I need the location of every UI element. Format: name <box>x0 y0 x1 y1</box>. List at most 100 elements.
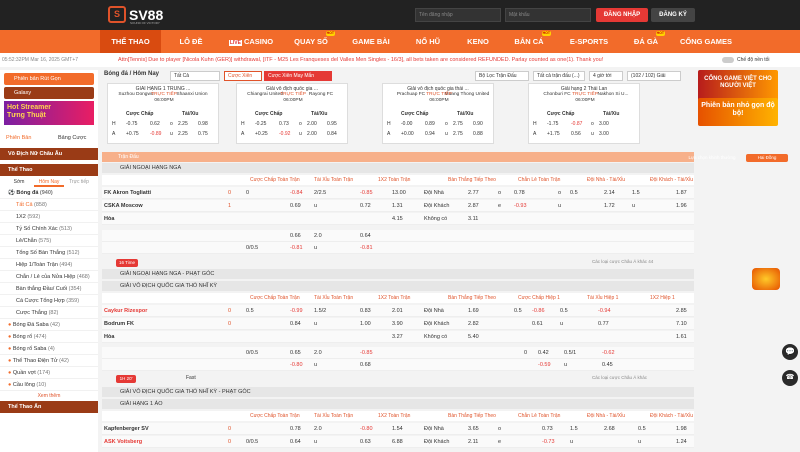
match-card[interactable]: Giải vô địch quốc gia ... Chiangrai Unite… <box>236 83 348 144</box>
card-status[interactable]: TRỰC TIẾP 06:00PM <box>383 92 495 104</box>
password-input[interactable]: Mật khẩu <box>505 8 591 22</box>
odds-cell[interactable]: 6.88 <box>392 436 403 448</box>
odds-cell[interactable]: 0.63 <box>360 436 371 448</box>
odds-cell[interactable]: u <box>638 436 641 448</box>
league-russia-corners[interactable]: GIẢI NGOẠI HẠNG NGA - PHẠT GÓC <box>102 269 694 279</box>
odds-cell[interactable]: 0.77 <box>598 318 609 330</box>
odds-cell[interactable]: u <box>314 318 317 330</box>
odds-cell[interactable]: 0/0.5 <box>246 436 258 448</box>
odds-cell[interactable]: 0.64 <box>360 230 371 242</box>
odds-cell[interactable]: -0.80 <box>290 359 303 371</box>
streamer-banner[interactable]: Hot Streamer Tưng Thuật <box>4 101 94 125</box>
odds-cell[interactable]: u <box>314 242 317 254</box>
sidebar-bet-type[interactable]: Hiệp 1/Toàn Trận (494) <box>0 259 98 271</box>
odds-cell[interactable]: 2.11 <box>468 436 478 448</box>
odds-cell[interactable]: 1.69 <box>468 305 479 317</box>
odds-cell[interactable]: 1.61 <box>676 331 687 343</box>
sidebar-bet-type[interactable]: Cược Thắng (82) <box>0 307 98 319</box>
sidebar-bet-type[interactable]: Tất Cả (858) <box>0 199 98 211</box>
card-odds-uv2[interactable]: 0.75 <box>198 131 208 137</box>
nav-esports[interactable]: E-SPORTS <box>557 30 621 53</box>
login-button[interactable]: ĐĂNG NHẬP <box>596 8 648 22</box>
match-card[interactable]: Giải vô địch quốc gia thái ... Prachuap F… <box>382 83 494 144</box>
odds-cell[interactable]: -0.81 <box>360 242 373 254</box>
game-promo-icon[interactable] <box>752 268 780 290</box>
card-status[interactable]: TRỰC TIẾP 06:00PM <box>237 92 349 104</box>
odds-cell[interactable]: 1.98 <box>676 423 687 435</box>
card-status[interactable]: TRỰC TIẾP 06:00PM <box>108 92 220 104</box>
galaxy-button[interactable]: Galaxy <box>4 87 94 99</box>
odds-cell[interactable]: 5.40 <box>468 331 479 343</box>
see-more-link[interactable]: Xem thêm <box>0 391 98 401</box>
odds-cell[interactable]: 0.5 <box>638 423 646 435</box>
odds-cell[interactable]: 1.24 <box>676 436 687 448</box>
card-odds-ov2[interactable]: 0.90 <box>473 121 483 127</box>
sidebar-bet-type[interactable]: Lẻ/Chẵn (575) <box>0 235 98 247</box>
odds-cell[interactable]: -0.99 <box>290 305 303 317</box>
odds-cell[interactable]: -0.94 <box>598 305 611 317</box>
odds-cell[interactable]: 0.65 <box>290 347 301 359</box>
odds-cell[interactable]: 0.5 <box>514 305 522 317</box>
odds-cell[interactable]: 2/2.5 <box>314 187 326 199</box>
odds-cell[interactable]: Đội Khách <box>424 200 449 212</box>
compact-version-button[interactable]: Phiên bản Rút Gọn <box>4 73 94 85</box>
odds-cell[interactable]: 13.00 <box>392 187 406 199</box>
odds-cell[interactable]: 0.5 <box>570 187 578 199</box>
sidebar-sport[interactable]: ● Bóng rổ Saba (4) <box>0 343 98 355</box>
odds-cell[interactable]: 0.64 <box>290 436 301 448</box>
league-russia[interactable]: GIẢI NGOẠI HẠNG NGA <box>102 163 694 173</box>
sidebar-bet-type[interactable]: Tổng Số Bàn Thắng (512) <box>0 247 98 259</box>
odds-cell[interactable]: Đội Nhà <box>424 187 444 199</box>
card-odds-uv2[interactable]: 0.84 <box>327 131 337 137</box>
nav-quayso[interactable]: QUAY SỐ HOT <box>281 30 341 53</box>
odds-cell[interactable]: e <box>498 200 501 212</box>
dark-mode-toggle[interactable] <box>722 57 734 63</box>
odds-cell[interactable]: 2.0 <box>314 347 322 359</box>
odds-cell[interactable]: 0.73 <box>542 423 553 435</box>
sidebar-soccer[interactable]: ⚽ Bóng đá (940) <box>0 187 98 199</box>
nav-lottery[interactable]: LÔ ĐỀ <box>161 30 221 53</box>
odds-cell[interactable]: 1.5 <box>632 187 640 199</box>
odds-cell[interactable]: Đội Khách <box>424 436 449 448</box>
sidebar-bet-type[interactable]: 1X2 (592) <box>0 211 98 223</box>
sidebar-sport[interactable]: ● Cầu lông (10) <box>0 379 98 391</box>
odds-cell[interactable]: u <box>560 318 563 330</box>
odds-cell[interactable]: 0.78 <box>514 187 525 199</box>
odds-cell[interactable]: 0/0.5 <box>246 242 258 254</box>
card-odds-ov2[interactable]: 0.98 <box>198 121 208 127</box>
odds-cell[interactable]: u <box>314 200 317 212</box>
market-select[interactable]: Tất Cả <box>170 71 220 81</box>
odds-cell[interactable]: -0.85 <box>360 187 373 199</box>
odds-cell[interactable]: e <box>498 436 501 448</box>
odds-cell[interactable]: -0.85 <box>360 347 373 359</box>
odds-cell[interactable]: 2.14 <box>604 187 615 199</box>
odds-cell[interactable]: 1.96 <box>676 200 687 212</box>
match-filter[interactable]: Bộ Lọc Trận Đấu <box>475 71 529 81</box>
nav-casino[interactable]: LIVE CASINO <box>221 30 281 53</box>
odds-cell[interactable]: 0.78 <box>290 423 301 435</box>
card-odds-av2[interactable]: 0.56 <box>571 131 581 137</box>
odds-cell[interactable]: -0.86 <box>532 305 545 317</box>
tab-today[interactable]: Hôm Nay <box>34 177 64 187</box>
odds-cell[interactable]: 0.66 <box>290 230 301 242</box>
odds-cell[interactable]: -0.80 <box>360 423 373 435</box>
version-dropdown[interactable]: Phiên Bản <box>6 135 31 141</box>
odds-cell[interactable]: u <box>564 359 567 371</box>
nav-conggames[interactable]: CỔNG GAMES <box>671 30 741 53</box>
nav-sports[interactable]: THỂ THAO <box>100 30 161 53</box>
odds-cell[interactable]: 0.61 <box>532 318 543 330</box>
card-status[interactable]: TRỰC TIẾP 06:00PM <box>529 92 641 104</box>
odds-cell[interactable]: u <box>632 200 635 212</box>
odds-cell[interactable]: -0.59 <box>538 359 551 371</box>
card-odds-hv2[interactable]: 0.89 <box>425 121 435 127</box>
odds-cell[interactable]: 1.00 <box>360 318 371 330</box>
hours-select[interactable]: 4 giờ tới <box>589 71 623 81</box>
odds-cell[interactable]: 2.0 <box>314 423 322 435</box>
card-odds-uv2[interactable]: 0.88 <box>473 131 483 137</box>
odds-cell[interactable]: o <box>498 187 501 199</box>
odds-cell[interactable]: u <box>314 359 317 371</box>
chat-icon[interactable]: 💬 <box>782 344 798 360</box>
euro-women-header[interactable]: Vô Địch Nữ Châu Âu <box>0 148 98 160</box>
odds-cell[interactable]: 4.15 <box>392 213 403 225</box>
virtual-sports-header[interactable]: Thể Thao Ấn <box>0 401 98 413</box>
